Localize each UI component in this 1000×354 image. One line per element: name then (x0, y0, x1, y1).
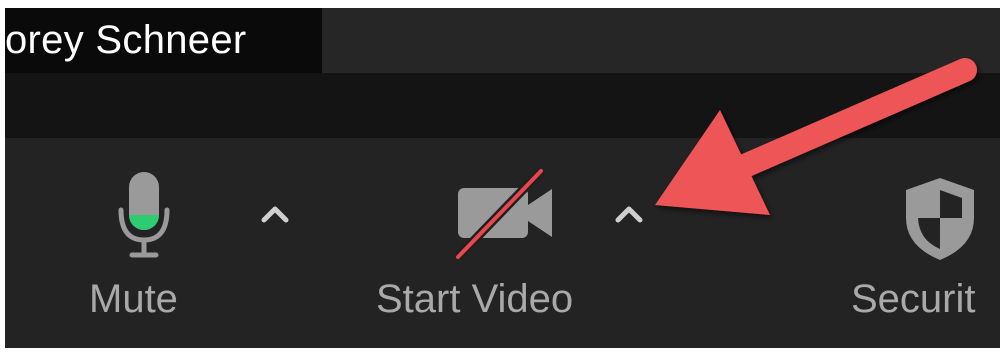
mute-label: Mute (89, 277, 178, 321)
mute-button[interactable]: Mute (75, 138, 215, 348)
video-options-chevron-up-icon[interactable] (612, 200, 646, 226)
shield-icon (906, 178, 974, 260)
microphone-icon (118, 172, 170, 258)
video-area-strip (5, 73, 1000, 138)
security-button[interactable]: Securit (845, 138, 1000, 348)
participant-name-bar: orey Schneer (5, 8, 1000, 73)
video-off-icon (454, 167, 552, 261)
mute-options-chevron-up-icon[interactable] (258, 200, 292, 226)
start-video-label: Start Video (376, 277, 574, 321)
participant-name: orey Schneer (5, 8, 322, 73)
start-video-button[interactable]: Start Video (360, 138, 640, 348)
zoom-window: orey Schneer Mute Start Video Securit (5, 8, 1000, 348)
security-label: Securit (851, 277, 976, 321)
meeting-controls-toolbar: Mute Start Video Securit (5, 138, 1000, 348)
